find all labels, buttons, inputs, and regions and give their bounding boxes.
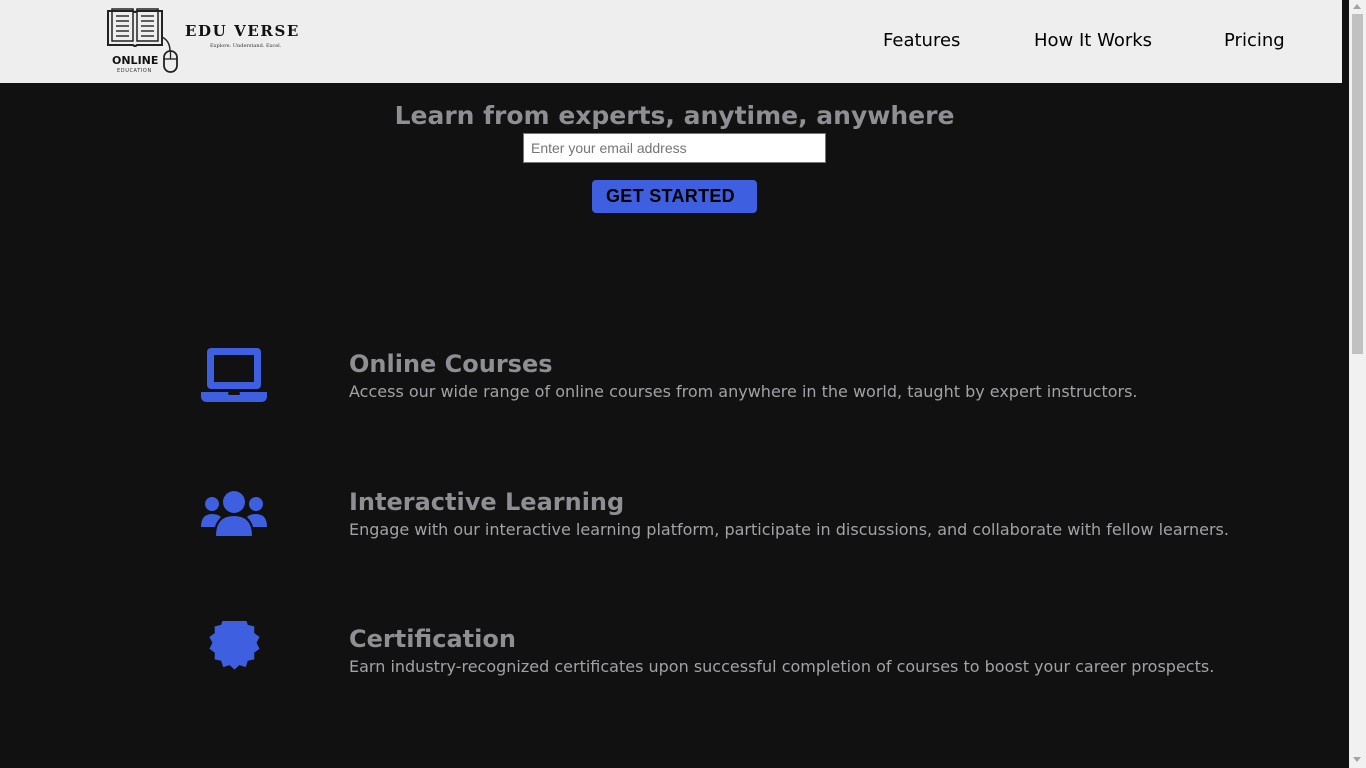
brand-logo[interactable]: EDU VERSE Explore. Understand. Excel. ON… (104, 7, 304, 77)
brand-name: EDU VERSE (185, 22, 300, 40)
nav-link-how-it-works[interactable]: How It Works (1034, 30, 1152, 51)
hero-title: Learn from experts, anytime, anywhere (394, 101, 955, 130)
feature-description: Engage with our interactive learning pla… (349, 520, 1229, 539)
brand-badge-top: ONLINE (112, 54, 159, 67)
site-header: EDU VERSE Explore. Understand. Excel. ON… (0, 0, 1342, 83)
feature-interactive-learning: Interactive Learning Engage with our int… (0, 484, 1349, 554)
feature-title: Interactive Learning (349, 488, 625, 516)
feature-title: Online Courses (349, 350, 553, 378)
brand-badge-bottom: EDUCATION (117, 68, 152, 74)
get-started-button[interactable]: GET STARTED (592, 180, 757, 213)
feature-description: Earn industry-recognized certificates up… (349, 657, 1215, 676)
laptop-icon (201, 348, 267, 402)
users-icon (201, 491, 267, 536)
scroll-up-arrow-icon[interactable] (1353, 4, 1361, 9)
email-input[interactable] (523, 133, 826, 163)
certificate-icon (209, 621, 260, 670)
scroll-down-arrow-icon[interactable] (1353, 757, 1361, 762)
scrollbar-thumb[interactable] (1352, 14, 1363, 354)
nav-link-features[interactable]: Features (883, 30, 960, 51)
nav-link-pricing[interactable]: Pricing (1224, 30, 1285, 51)
feature-certification: Certification Earn industry-recognized c… (0, 621, 1349, 691)
brand-tagline: Explore. Understand. Excel. (210, 43, 282, 49)
feature-title: Certification (349, 625, 516, 653)
page-scrollbar[interactable] (1349, 0, 1366, 768)
feature-description: Access our wide range of online courses … (349, 382, 1138, 401)
feature-online-courses: Online Courses Access our wide range of … (0, 346, 1349, 416)
